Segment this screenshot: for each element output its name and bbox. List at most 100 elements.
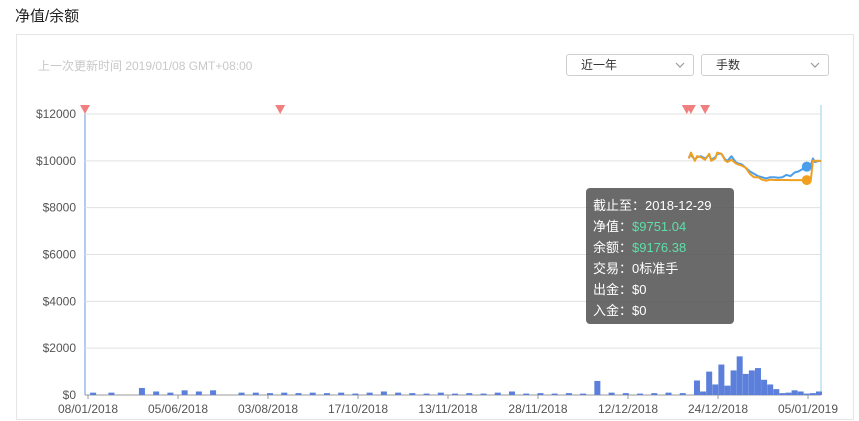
volume-bar <box>706 371 713 395</box>
volume-bar <box>352 393 359 395</box>
volume-bar <box>767 384 774 395</box>
volume-bar <box>724 385 731 395</box>
y-tick-label: $12000 <box>36 107 76 121</box>
volume-bar <box>409 393 416 395</box>
volume-bar <box>452 393 459 395</box>
volume-bar <box>295 393 302 395</box>
volume-bar <box>594 380 601 395</box>
volume-bar <box>718 364 725 395</box>
volume-bar <box>742 373 749 395</box>
volume-bar <box>700 391 707 395</box>
y-tick-label: $0 <box>63 388 77 402</box>
chart-tooltip: 截止至：2018-12-29 净值：$9751.04 余额：$9176.38 交… <box>586 188 734 324</box>
tooltip-balance-value: $9176.38 <box>632 240 687 255</box>
trade-markers <box>80 105 711 114</box>
triangle-down-icon <box>700 105 711 114</box>
volume-bar <box>537 393 544 395</box>
volume-bar <box>779 393 786 395</box>
volume-bar <box>380 391 387 395</box>
volume-bar <box>679 393 686 395</box>
volume-bar <box>736 356 743 395</box>
volume-bar <box>210 390 217 395</box>
x-tick-label: 08/01/2018 <box>58 402 118 416</box>
volume-bar <box>181 390 188 395</box>
triangle-down-icon <box>275 105 286 114</box>
volume-bar <box>809 393 816 395</box>
volume-bar <box>608 392 615 395</box>
x-tick-label: 24/12/2018 <box>688 402 748 416</box>
volume-bar <box>252 392 259 395</box>
x-tick-label: 03/08/2018 <box>238 402 298 416</box>
volume-bar <box>323 393 330 395</box>
volume-bar <box>773 389 780 395</box>
volume-bar <box>551 393 558 395</box>
volume-bar <box>195 391 202 395</box>
x-tick-label: 13/11/2018 <box>418 402 477 416</box>
tooltip-net-value: $9751.04 <box>632 219 687 234</box>
volume-bar <box>580 393 587 395</box>
volume-bar <box>494 392 501 395</box>
volume-bar <box>754 368 761 395</box>
x-tick-label: 17/10/2018 <box>328 402 388 416</box>
y-tick-label: $6000 <box>43 248 77 262</box>
volume-bar <box>338 392 345 395</box>
tooltip-date-row: 截止至：2018-12-29 <box>593 198 712 213</box>
y-tick-label: $10000 <box>36 154 76 168</box>
x-tick-label: 05/01/2019 <box>778 402 838 416</box>
volume-bar <box>395 392 402 395</box>
balance-hover-point <box>801 175 812 186</box>
tooltip-balance-row: 余额：$9176.38 <box>593 240 687 255</box>
volume-bar <box>803 393 810 395</box>
tooltip-trade-value: 0标准手 <box>632 261 679 276</box>
volume-bar <box>167 392 174 395</box>
y-tick-label: $4000 <box>43 294 77 308</box>
y-tick-label: $8000 <box>43 201 77 215</box>
volume-bar <box>90 392 97 395</box>
volume-bar <box>238 392 245 395</box>
tooltip-date: 2018-12-29 <box>645 198 712 213</box>
volume-bar <box>712 384 719 395</box>
volume-bar <box>665 392 672 395</box>
triangle-down-icon <box>80 105 90 114</box>
volume-bars <box>90 356 822 395</box>
x-tick-label: 28/11/2018 <box>508 402 567 416</box>
volume-bar <box>797 391 804 395</box>
tooltip-withdraw-row: 出金：$0 <box>593 282 647 297</box>
tooltip-deposit-value: $0 <box>632 303 647 318</box>
volume-bar <box>138 387 145 395</box>
volume-bar <box>309 392 316 395</box>
volume-bar <box>651 393 658 395</box>
tooltip-withdraw-value: $0 <box>632 282 647 297</box>
x-tick-label: 12/12/2018 <box>598 402 658 416</box>
tooltip-trade-row: 交易：0标准手 <box>593 261 679 276</box>
volume-bar <box>108 392 115 395</box>
y-tick-label: $2000 <box>43 341 77 355</box>
volume-bar <box>761 379 768 395</box>
x-tick-label: 05/06/2018 <box>148 402 208 416</box>
volume-bar <box>815 391 822 395</box>
series-lines <box>687 151 822 186</box>
net-value-hover-point <box>801 161 812 172</box>
volume-bar <box>423 393 430 395</box>
volume-bar <box>637 393 644 395</box>
volume-bar <box>730 370 737 395</box>
tooltip-deposit-row: 入金：$0 <box>593 303 647 318</box>
volume-bar <box>785 392 792 395</box>
volume-bar <box>480 393 487 395</box>
net-value-line <box>688 152 822 180</box>
tooltip-net-row: 净值：$9751.04 <box>593 219 687 234</box>
volume-bar <box>693 380 700 395</box>
volume-bar <box>523 393 530 395</box>
volume-bar <box>565 393 572 395</box>
volume-bar <box>791 390 798 395</box>
volume-bar <box>366 392 373 395</box>
volume-bar <box>622 393 629 395</box>
balance-line <box>687 151 822 182</box>
volume-bar <box>153 391 160 395</box>
volume-bar <box>508 391 515 395</box>
volume-bar <box>437 392 444 395</box>
volume-bar <box>281 392 288 395</box>
volume-bar <box>466 393 473 395</box>
volume-bar <box>748 370 755 395</box>
volume-bar <box>267 393 274 395</box>
